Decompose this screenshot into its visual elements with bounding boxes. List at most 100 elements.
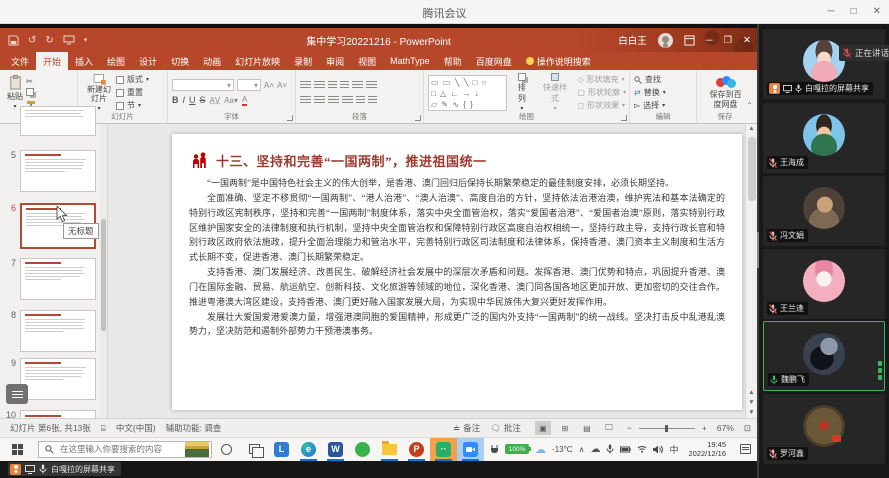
thumbnail-scrollbar[interactable] [100,124,107,418]
file-explorer-button[interactable] [376,438,403,461]
meeting-float-toolbar-button[interactable] [6,384,28,404]
tab-tell-me[interactable]: 操作说明搜索 [519,52,598,70]
powerpoint-button[interactable]: P [403,438,430,461]
dialog-launcher-icon[interactable] [415,115,421,121]
line-spacing-icon[interactable] [352,81,363,90]
tab-home[interactable]: 开始 [36,52,68,70]
scroll-up-icon[interactable]: ▲ [746,124,757,134]
participant-tile[interactable]: 冯文娟 [763,176,885,246]
accessibility-status[interactable]: 辅助功能: 调查 [166,422,222,434]
reading-view-button[interactable]: ▤ [579,421,595,435]
shape-outline-button[interactable]: ▢形状轮廓▾ [577,87,626,98]
battery-tray-icon[interactable] [620,446,631,453]
quick-styles-button[interactable]: 快速样式▾ [537,73,574,112]
word-button[interactable]: W [322,438,349,461]
shape-effects-button[interactable]: ◻形状效果▾ [577,100,626,111]
slide-thumbnail[interactable] [20,150,96,192]
tab-review[interactable]: 审阅 [319,52,351,70]
zoom-slider-thumb[interactable] [665,425,668,432]
next-slide-icon[interactable]: ▼ [746,398,757,408]
grow-font-icon[interactable]: A˄ [264,81,274,90]
ppt-close-icon[interactable]: ✕ [743,35,751,46]
justify-icon[interactable] [342,96,353,105]
zoom-percent[interactable]: 67% [717,423,734,433]
section-button[interactable]: 节▾ [116,100,149,111]
strikethrough-button[interactable]: S [200,95,206,105]
reset-button[interactable]: 重置 [116,87,149,98]
smartart-convert-icon[interactable] [368,96,377,105]
search-highlight-image[interactable] [185,442,209,457]
tab-help[interactable]: 帮助 [437,52,469,70]
tab-record[interactable]: 录制 [287,52,319,70]
tencent-meeting-button[interactable] [457,438,484,461]
close-icon[interactable]: ✕ [873,7,881,17]
font-family-select[interactable]: ▾ [172,79,234,91]
edge-button[interactable]: e [295,438,322,461]
dialog-launcher-icon[interactable] [621,115,627,121]
fit-to-window-icon[interactable]: ⊡ [744,423,751,434]
taskbar-search[interactable] [38,441,212,458]
change-case-icon[interactable]: Aa▾ [224,96,238,105]
volume-icon[interactable] [653,445,663,454]
notification-center-icon[interactable] [740,444,751,454]
start-button[interactable] [0,438,34,461]
shapes-gallery[interactable]: ▭ ▭ ╲ ╲ □ ○ □ △ ∟ → ↓ ▱ ✎ ∿ { } [428,75,507,111]
text-direction-icon[interactable] [366,81,377,90]
align-right-icon[interactable] [328,96,339,105]
maximize-icon[interactable]: □ [851,7,857,17]
canvas-scrollbar[interactable]: ▲ ▲ ▼ ▼ [745,124,757,418]
tab-baidu-netdisk[interactable]: 百度网盘 [469,52,519,70]
tab-animations[interactable]: 动画 [196,52,228,70]
minimize-icon[interactable]: ─ [827,7,834,17]
account-avatar[interactable] [658,33,673,48]
increase-indent-icon[interactable] [340,81,349,90]
normal-view-button[interactable]: ▣ [535,421,551,435]
ribbon-options-icon[interactable] [684,35,695,46]
slideshow-button[interactable]: 🖵 [601,421,617,435]
zoom-slider[interactable] [639,428,695,429]
slide-sorter-view-button[interactable]: ⊞ [557,421,573,435]
sidebar-splitter[interactable] [757,24,759,478]
zoom-in-icon[interactable]: + [702,423,707,433]
cortana-button[interactable] [212,438,240,461]
collapse-ribbon-icon[interactable]: ⌃ [746,101,753,110]
find-button[interactable]: 查找 [634,74,693,85]
ime-indicator[interactable]: 中 [669,443,678,456]
participant-tile[interactable]: 王海成 [763,103,885,173]
arrange-button[interactable]: 排列▾ [511,73,532,112]
tab-transitions[interactable]: 切换 [164,52,196,70]
temperature[interactable]: -13°C [552,445,573,454]
language-indicator[interactable]: 中文(中国) [116,422,156,434]
align-center-icon[interactable] [314,96,325,105]
notes-button[interactable]: ≐备注 [453,422,480,434]
slide[interactable]: 十三、坚持和完善“一国两制”，推进祖国统一 “一国两制”是中国特色社会主义的伟大… [172,134,742,410]
italic-button[interactable]: I [183,95,186,105]
layout-button[interactable]: 版式▾ [116,74,149,85]
app-l-button[interactable]: L [268,438,295,461]
previous-slide-icon[interactable]: ▲ [746,388,757,398]
font-color-icon[interactable]: A [242,95,247,106]
slide-thumbnail[interactable] [20,258,96,300]
numbering-icon[interactable] [314,81,325,90]
participant-tile[interactable]: 白嘎拉的屏幕共享 正在讲话 [763,29,885,99]
replace-button[interactable]: ⇄替换▾ [634,87,693,98]
tab-view[interactable]: 视图 [351,52,383,70]
weather-icon[interactable]: ☁ [535,443,546,456]
mic-tray-icon[interactable] [606,444,614,454]
task-view-button[interactable] [240,438,268,461]
slide-thumbnail[interactable] [20,310,96,352]
green-app-button[interactable] [349,438,376,461]
slide-thumbnail[interactable] [20,410,96,418]
copy-icon[interactable] [26,88,36,98]
tab-design[interactable]: 设计 [132,52,164,70]
tab-slideshow[interactable]: 幻灯片放映 [228,52,287,70]
search-input[interactable] [58,443,181,455]
clock[interactable]: 19:45 2022/12/16 [688,440,726,459]
font-size-select[interactable]: ▾ [237,79,261,91]
tab-mathtype[interactable]: MathType [383,52,437,70]
ppt-restore-icon[interactable]: ❐ [724,35,733,46]
scroll-down-icon[interactable]: ▼ [746,408,757,418]
network-icon[interactable] [637,445,647,453]
comments-button[interactable]: 🗨批注 [490,422,521,434]
select-button[interactable]: ▻选择▾ [634,100,693,111]
